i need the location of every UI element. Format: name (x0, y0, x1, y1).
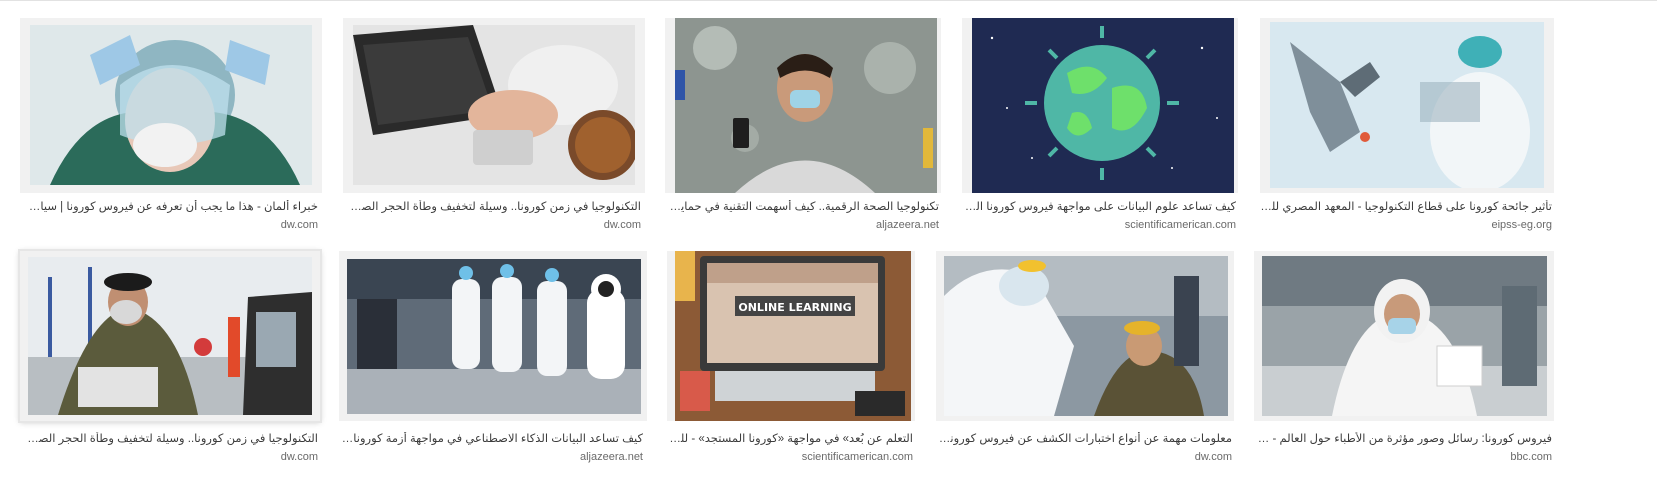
image-result-card[interactable]: التكنولوجيا في زمن كورونا.. وسيلة لتخفيف… (20, 251, 320, 465)
thumbnail-frame (20, 18, 322, 193)
thumbnail-frame (20, 251, 320, 421)
thumbnail-image[interactable] (1270, 22, 1544, 188)
result-source: dw.com (603, 219, 641, 231)
result-caption[interactable]: تأثير جائحة كورونا على قطاع التكنولوجيا … (1260, 200, 1552, 214)
result-source: scientificamerican.com (801, 451, 913, 463)
thumbnail-frame (343, 18, 645, 193)
image-results-grid: خبراء ألمان - هذا ما يجب أن تعرفه عن فير… (0, 0, 1657, 492)
thumbnail-image[interactable] (675, 18, 937, 193)
result-caption[interactable]: التعلم عن بُعد» في مواجهة «كورونا المستج… (667, 432, 913, 446)
result-source: bbc.com (1510, 451, 1552, 463)
thumbnail-image[interactable] (944, 256, 1228, 416)
result-caption[interactable]: تكنولوجيا الصحة الرقمية.. كيف أسهمت التق… (665, 200, 939, 214)
thumbnail-frame: ONLINE LEARNING (667, 251, 915, 421)
result-source: dw.com (1194, 451, 1232, 463)
image-result-card[interactable]: كيف تساعد علوم البيانات على مواجهة فيروس… (962, 18, 1238, 232)
thumbnail-image[interactable]: ONLINE LEARNING (675, 251, 911, 421)
image-result-card[interactable]: ONLINE LEARNING التعلم عن بُعد» في مواجه… (667, 251, 915, 465)
result-source: dw.com (280, 451, 318, 463)
result-caption[interactable]: خبراء ألمان - هذا ما يجب أن تعرفه عن فير… (20, 200, 318, 214)
thumbnail-frame (1260, 18, 1554, 193)
thumbnail-frame (339, 251, 647, 421)
result-source: dw.com (280, 219, 318, 231)
thumbnail-image[interactable] (972, 18, 1234, 193)
thumbnail-text: ONLINE LEARNING (738, 301, 851, 314)
image-result-card[interactable]: التكنولوجيا في زمن كورونا.. وسيلة لتخفيف… (343, 18, 645, 232)
thumbnail-image[interactable] (1262, 256, 1547, 416)
thumbnail-frame (936, 251, 1234, 421)
image-result-card[interactable]: كيف تساعد البيانات الذكاء الاصطناعي في م… (339, 251, 647, 465)
image-result-card[interactable]: تأثير جائحة كورونا على قطاع التكنولوجيا … (1260, 18, 1554, 232)
thumbnail-image[interactable] (347, 259, 641, 414)
result-source: aljazeera.net (876, 219, 939, 231)
result-source: scientificamerican.com (1124, 219, 1236, 231)
thumbnail-frame (665, 18, 941, 193)
thumbnail-image[interactable] (353, 25, 635, 185)
result-caption[interactable]: كيف تساعد البيانات الذكاء الاصطناعي في م… (339, 432, 643, 446)
result-caption[interactable]: التكنولوجيا في زمن كورونا.. وسيلة لتخفيف… (20, 432, 318, 446)
image-result-card[interactable]: فيروس كورونا: رسائل وصور مؤثرة من الأطبا… (1254, 251, 1554, 465)
image-result-card[interactable]: معلومات مهمة عن أنواع اختبارات الكشف عن … (936, 251, 1234, 465)
thumbnail-frame (962, 18, 1238, 193)
result-source: aljazeera.net (580, 451, 643, 463)
thumbnail-image[interactable] (28, 257, 312, 415)
thumbnail-frame (1254, 251, 1554, 421)
result-caption[interactable]: معلومات مهمة عن أنواع اختبارات الكشف عن … (936, 432, 1232, 446)
result-source: eipss-eg.org (1491, 219, 1552, 231)
image-result-card[interactable]: خبراء ألمان - هذا ما يجب أن تعرفه عن فير… (20, 18, 322, 232)
image-result-card[interactable]: تكنولوجيا الصحة الرقمية.. كيف أسهمت التق… (665, 18, 941, 232)
result-caption[interactable]: كيف تساعد علوم البيانات على مواجهة فيروس… (962, 200, 1236, 214)
result-caption[interactable]: فيروس كورونا: رسائل وصور مؤثرة من الأطبا… (1254, 432, 1552, 446)
result-caption[interactable]: التكنولوجيا في زمن كورونا.. وسيلة لتخفيف… (343, 200, 641, 214)
thumbnail-image[interactable] (30, 25, 312, 185)
